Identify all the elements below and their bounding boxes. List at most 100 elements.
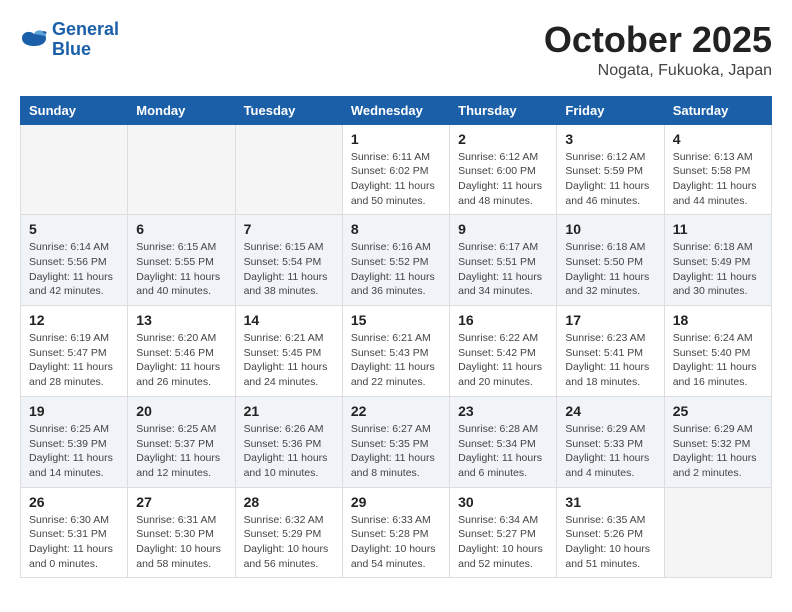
calendar-cell: 2 Sunrise: 6:12 AM Sunset: 6:00 PM Daylig… bbox=[450, 124, 557, 215]
day-info: Sunrise: 6:18 AM Sunset: 5:50 PM Dayligh… bbox=[565, 240, 655, 299]
day-info: Sunrise: 6:26 AM Sunset: 5:36 PM Dayligh… bbox=[244, 422, 334, 481]
day-number: 27 bbox=[136, 494, 226, 510]
day-number: 8 bbox=[351, 221, 441, 237]
calendar-cell bbox=[21, 124, 128, 215]
logo-bird-icon bbox=[20, 28, 48, 52]
calendar-cell: 9Sunrise: 6:17 AM Sunset: 5:51 PM Daylig… bbox=[450, 215, 557, 306]
day-info: Sunrise: 6:25 AM Sunset: 5:39 PM Dayligh… bbox=[29, 422, 119, 481]
title-block: October 2025 Nogata, Fukuoka, Japan bbox=[544, 20, 772, 80]
calendar-cell: 14Sunrise: 6:21 AM Sunset: 5:45 PM Dayli… bbox=[235, 306, 342, 397]
day-info: Sunrise: 6:30 AM Sunset: 5:31 PM Dayligh… bbox=[29, 513, 119, 572]
day-number: 18 bbox=[673, 312, 763, 328]
day-number: 30 bbox=[458, 494, 548, 510]
day-number: 6 bbox=[136, 221, 226, 237]
calendar-cell: 26 Sunrise: 6:30 AM Sunset: 5:31 PM Dayli… bbox=[21, 487, 128, 578]
calendar-cell bbox=[235, 124, 342, 215]
day-number: 7 bbox=[244, 221, 334, 237]
day-info: Sunrise: 6:21 AM Sunset: 5:43 PM Dayligh… bbox=[351, 331, 441, 390]
day-number: 20 bbox=[136, 403, 226, 419]
calendar-cell: 20 Sunrise: 6:25 AM Sunset: 5:37 PM Dayli… bbox=[128, 396, 235, 487]
day-info: Sunrise: 6:19 AM Sunset: 5:47 PM Dayligh… bbox=[29, 331, 119, 390]
day-info: Sunrise: 6:25 AM Sunset: 5:37 PM Dayligh… bbox=[136, 422, 226, 481]
day-info: Sunrise: 6:16 AM Sunset: 5:52 PM Dayligh… bbox=[351, 240, 441, 299]
weekday-header-monday: Monday bbox=[128, 96, 235, 124]
day-info: Sunrise: 6:22 AM Sunset: 5:42 PM Dayligh… bbox=[458, 331, 548, 390]
day-info: Sunrise: 6:31 AM Sunset: 5:30 PM Dayligh… bbox=[136, 513, 226, 572]
weekday-header-thursday: Thursday bbox=[450, 96, 557, 124]
calendar-cell: 31 Sunrise: 6:35 AM Sunset: 5:26 PM Dayli… bbox=[557, 487, 664, 578]
calendar-cell bbox=[128, 124, 235, 215]
calendar-cell: 11 Sunrise: 6:18 AM Sunset: 5:49 PM Dayli… bbox=[664, 215, 771, 306]
day-number: 25 bbox=[673, 403, 763, 419]
day-info: Sunrise: 6:12 AM Sunset: 6:00 PM Dayligh… bbox=[458, 150, 548, 209]
calendar-cell: 27 Sunrise: 6:31 AM Sunset: 5:30 PM Dayli… bbox=[128, 487, 235, 578]
day-info: Sunrise: 6:15 AM Sunset: 5:54 PM Dayligh… bbox=[244, 240, 334, 299]
weekday-header-sunday: Sunday bbox=[21, 96, 128, 124]
day-info: Sunrise: 6:29 AM Sunset: 5:33 PM Dayligh… bbox=[565, 422, 655, 481]
day-info: Sunrise: 6:35 AM Sunset: 5:26 PM Dayligh… bbox=[565, 513, 655, 572]
calendar-cell: 28Sunrise: 6:32 AM Sunset: 5:29 PM Dayli… bbox=[235, 487, 342, 578]
day-number: 2 bbox=[458, 131, 548, 147]
calendar-cell: 5 Sunrise: 6:14 AM Sunset: 5:56 PM Daylig… bbox=[21, 215, 128, 306]
day-number: 10 bbox=[565, 221, 655, 237]
calendar-cell: 24 Sunrise: 6:29 AM Sunset: 5:33 PM Dayli… bbox=[557, 396, 664, 487]
day-info: Sunrise: 6:12 AM Sunset: 5:59 PM Dayligh… bbox=[565, 150, 655, 209]
day-number: 19 bbox=[29, 403, 119, 419]
day-number: 14 bbox=[244, 312, 334, 328]
calendar-week-row: 19 Sunrise: 6:25 AM Sunset: 5:39 PM Dayli… bbox=[21, 396, 772, 487]
day-number: 15 bbox=[351, 312, 441, 328]
month-title: October 2025 bbox=[544, 20, 772, 60]
calendar-cell: 23Sunrise: 6:28 AM Sunset: 5:34 PM Dayli… bbox=[450, 396, 557, 487]
calendar-cell: 29Sunrise: 6:33 AM Sunset: 5:28 PM Dayli… bbox=[342, 487, 449, 578]
day-number: 17 bbox=[565, 312, 655, 328]
calendar-cell: 21 Sunrise: 6:26 AM Sunset: 5:36 PM Dayli… bbox=[235, 396, 342, 487]
location: Nogata, Fukuoka, Japan bbox=[544, 62, 772, 80]
day-number: 21 bbox=[244, 403, 334, 419]
calendar-cell: 17 Sunrise: 6:23 AM Sunset: 5:41 PM Dayli… bbox=[557, 306, 664, 397]
day-number: 13 bbox=[136, 312, 226, 328]
weekday-header-friday: Friday bbox=[557, 96, 664, 124]
day-info: Sunrise: 6:17 AM Sunset: 5:51 PM Dayligh… bbox=[458, 240, 548, 299]
page-header: General Blue October 2025 Nogata, Fukuok… bbox=[20, 20, 772, 80]
calendar-week-row: 5 Sunrise: 6:14 AM Sunset: 5:56 PM Daylig… bbox=[21, 215, 772, 306]
calendar-cell: 6 Sunrise: 6:15 AM Sunset: 5:55 PM Daylig… bbox=[128, 215, 235, 306]
day-info: Sunrise: 6:24 AM Sunset: 5:40 PM Dayligh… bbox=[673, 331, 763, 390]
calendar-header-row: SundayMondayTuesdayWednesdayThursdayFrid… bbox=[21, 96, 772, 124]
day-info: Sunrise: 6:13 AM Sunset: 5:58 PM Dayligh… bbox=[673, 150, 763, 209]
day-info: Sunrise: 6:15 AM Sunset: 5:55 PM Dayligh… bbox=[136, 240, 226, 299]
calendar-cell: 19 Sunrise: 6:25 AM Sunset: 5:39 PM Dayli… bbox=[21, 396, 128, 487]
calendar-table: SundayMondayTuesdayWednesdayThursdayFrid… bbox=[20, 96, 772, 579]
calendar-cell: 12 Sunrise: 6:19 AM Sunset: 5:47 PM Dayli… bbox=[21, 306, 128, 397]
day-number: 5 bbox=[29, 221, 119, 237]
day-number: 23 bbox=[458, 403, 548, 419]
day-info: Sunrise: 6:11 AM Sunset: 6:02 PM Dayligh… bbox=[351, 150, 441, 209]
calendar-cell: 18 Sunrise: 6:24 AM Sunset: 5:40 PM Dayli… bbox=[664, 306, 771, 397]
calendar-cell: 25Sunrise: 6:29 AM Sunset: 5:32 PM Dayli… bbox=[664, 396, 771, 487]
day-number: 4 bbox=[673, 131, 763, 147]
day-number: 31 bbox=[565, 494, 655, 510]
calendar-cell: 3Sunrise: 6:12 AM Sunset: 5:59 PM Daylig… bbox=[557, 124, 664, 215]
day-info: Sunrise: 6:27 AM Sunset: 5:35 PM Dayligh… bbox=[351, 422, 441, 481]
day-number: 22 bbox=[351, 403, 441, 419]
calendar-cell: 10 Sunrise: 6:18 AM Sunset: 5:50 PM Dayli… bbox=[557, 215, 664, 306]
day-number: 24 bbox=[565, 403, 655, 419]
day-number: 16 bbox=[458, 312, 548, 328]
day-number: 28 bbox=[244, 494, 334, 510]
day-number: 26 bbox=[29, 494, 119, 510]
logo-text: General Blue bbox=[52, 20, 119, 60]
calendar-cell: 1 Sunrise: 6:11 AM Sunset: 6:02 PM Daylig… bbox=[342, 124, 449, 215]
day-number: 11 bbox=[673, 221, 763, 237]
weekday-header-tuesday: Tuesday bbox=[235, 96, 342, 124]
calendar-cell: 8 Sunrise: 6:16 AM Sunset: 5:52 PM Daylig… bbox=[342, 215, 449, 306]
day-info: Sunrise: 6:34 AM Sunset: 5:27 PM Dayligh… bbox=[458, 513, 548, 572]
calendar-cell bbox=[664, 487, 771, 578]
day-info: Sunrise: 6:23 AM Sunset: 5:41 PM Dayligh… bbox=[565, 331, 655, 390]
logo: General Blue bbox=[20, 20, 119, 60]
day-number: 12 bbox=[29, 312, 119, 328]
calendar-cell: 16 Sunrise: 6:22 AM Sunset: 5:42 PM Dayli… bbox=[450, 306, 557, 397]
day-info: Sunrise: 6:14 AM Sunset: 5:56 PM Dayligh… bbox=[29, 240, 119, 299]
day-info: Sunrise: 6:33 AM Sunset: 5:28 PM Dayligh… bbox=[351, 513, 441, 572]
calendar-cell: 13Sunrise: 6:20 AM Sunset: 5:46 PM Dayli… bbox=[128, 306, 235, 397]
day-info: Sunrise: 6:18 AM Sunset: 5:49 PM Dayligh… bbox=[673, 240, 763, 299]
day-number: 1 bbox=[351, 131, 441, 147]
